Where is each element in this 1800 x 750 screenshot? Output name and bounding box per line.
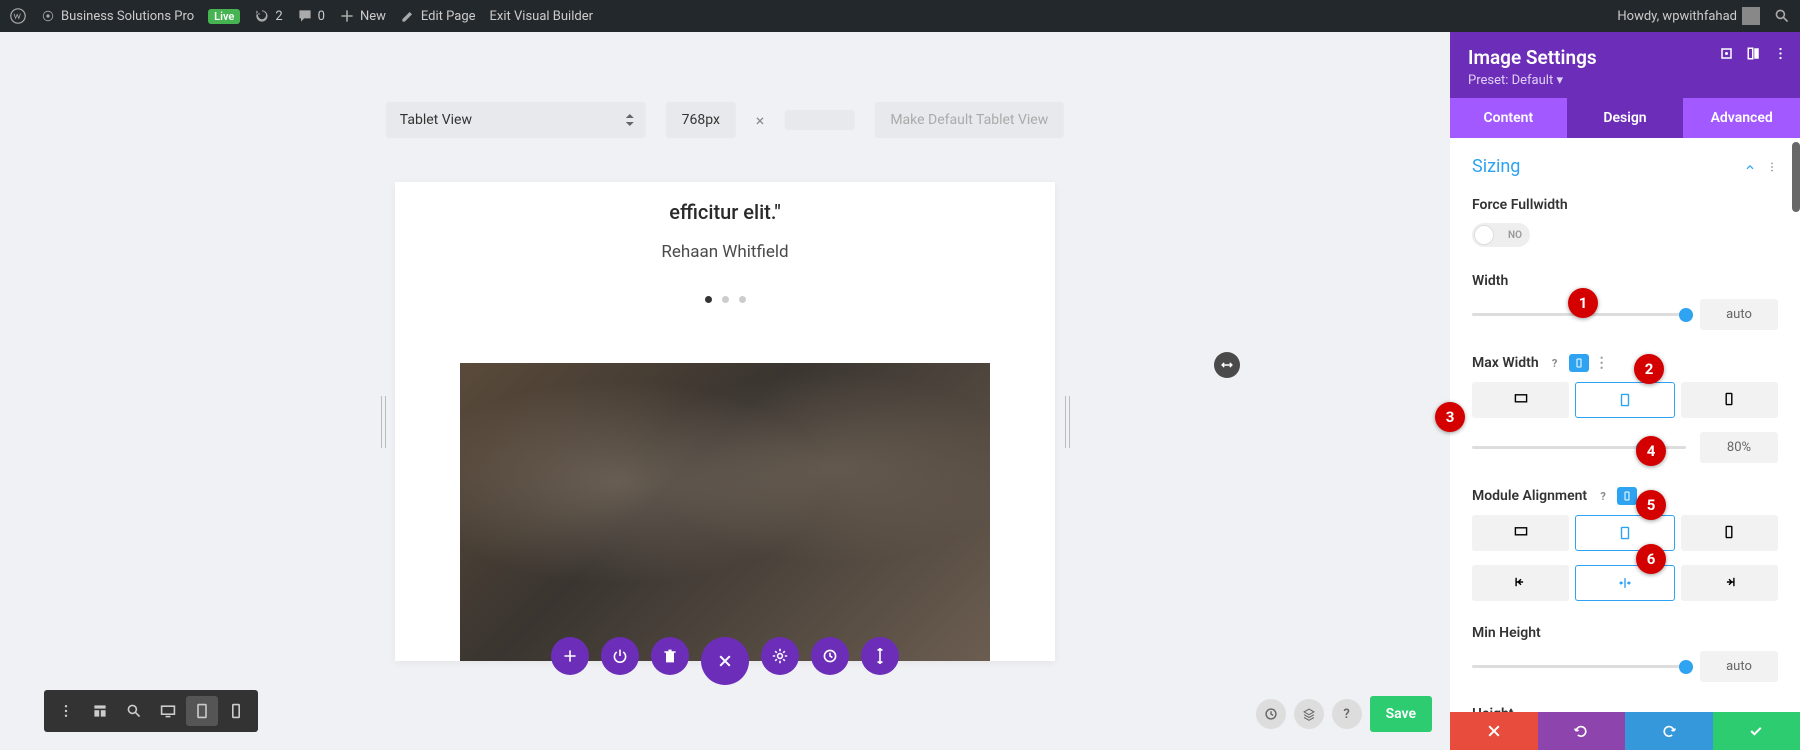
responsive-badge-icon[interactable] xyxy=(1617,487,1637,505)
min-height-slider[interactable] xyxy=(1472,665,1686,668)
confirm-button[interactable] xyxy=(1713,712,1800,750)
phone-icon[interactable] xyxy=(220,696,252,726)
tab-advanced[interactable]: Advanced xyxy=(1683,98,1800,138)
revisions-link[interactable]: 2 xyxy=(254,8,282,24)
settings-button[interactable] xyxy=(761,637,799,675)
close-button[interactable] xyxy=(701,637,749,685)
site-name-link[interactable]: Business Solutions Pro xyxy=(40,8,194,24)
marker: 3 xyxy=(1435,402,1465,432)
wp-admin-bar: Business Solutions Pro Live 2 0 New Edit… xyxy=(0,0,1800,32)
comments-link[interactable]: 0 xyxy=(297,8,325,24)
device-desktop[interactable] xyxy=(1472,515,1569,551)
redo-button[interactable] xyxy=(1625,712,1713,750)
more-icon[interactable] xyxy=(50,696,82,726)
live-badge: Live xyxy=(208,9,240,24)
expand-icon[interactable] xyxy=(1719,46,1734,61)
section-sizing[interactable]: Sizing xyxy=(1472,156,1520,177)
dot[interactable] xyxy=(705,296,712,303)
marker: 4 xyxy=(1636,436,1666,466)
testimonial-text: efficitur elit." xyxy=(475,200,975,224)
width-label: Width xyxy=(1472,273,1778,289)
align-right[interactable] xyxy=(1681,565,1778,601)
more-icon[interactable] xyxy=(1773,46,1788,61)
preview-frame: efficitur elit." Rehaan Whitfield xyxy=(395,182,1055,661)
wireframe-icon[interactable] xyxy=(84,696,116,726)
module-toolbar xyxy=(551,637,899,685)
device-phone[interactable] xyxy=(1681,382,1778,418)
desktop-icon[interactable] xyxy=(152,696,184,726)
resize-handle-left[interactable] xyxy=(381,396,385,448)
width-input[interactable] xyxy=(1700,299,1778,330)
chevron-up-icon[interactable] xyxy=(1744,161,1756,173)
device-tablet[interactable] xyxy=(1575,382,1674,418)
resize-handle-right[interactable] xyxy=(1065,396,1069,448)
max-width-input[interactable] xyxy=(1700,432,1778,463)
help-icon[interactable]: ? xyxy=(1595,488,1611,504)
scrollbar[interactable] xyxy=(1792,32,1800,750)
tab-design[interactable]: Design xyxy=(1567,98,1684,138)
move-button[interactable] xyxy=(861,637,899,675)
viewport-height-input[interactable] xyxy=(784,110,854,130)
canvas-area: Tablet View 768px × Make Default Tablet … xyxy=(0,32,1450,750)
device-tablet[interactable] xyxy=(1575,515,1674,551)
dot[interactable] xyxy=(722,296,729,303)
align-left[interactable] xyxy=(1472,565,1569,601)
make-default-button[interactable]: Make Default Tablet View xyxy=(874,102,1064,138)
help-icon[interactable]: ? xyxy=(1332,699,1362,729)
responsive-badge-icon[interactable] xyxy=(1569,354,1589,372)
builder-view-bar xyxy=(44,690,258,732)
undo-button[interactable] xyxy=(1538,712,1626,750)
wp-logo[interactable] xyxy=(10,8,26,24)
view-mode-dropdown[interactable]: Tablet View xyxy=(386,102,646,138)
testimonial-author: Rehaan Whitfield xyxy=(475,242,975,262)
min-height-label: Min Height xyxy=(1472,625,1778,641)
power-button[interactable] xyxy=(601,637,639,675)
delete-button[interactable] xyxy=(651,637,689,675)
cancel-button[interactable] xyxy=(1450,712,1538,750)
edit-page-link[interactable]: Edit Page xyxy=(400,8,476,24)
device-desktop[interactable] xyxy=(1472,382,1569,418)
marker: 2 xyxy=(1634,354,1664,384)
force-fullwidth-toggle[interactable]: NO xyxy=(1472,223,1530,247)
avatar xyxy=(1742,7,1760,25)
image-module[interactable] xyxy=(460,363,990,661)
dimensions-x: × xyxy=(756,111,765,130)
tab-content[interactable]: Content xyxy=(1450,98,1567,138)
tablet-icon[interactable] xyxy=(186,696,218,726)
marker: 5 xyxy=(1636,490,1666,520)
settings-panel: Image Settings Preset: Default ▾ Content… xyxy=(1450,32,1800,750)
panel-drag-handle[interactable] xyxy=(1214,352,1240,378)
howdy-user[interactable]: Howdy, wpwithfahad xyxy=(1617,7,1760,25)
exit-visual-builder[interactable]: Exit Visual Builder xyxy=(490,9,593,24)
marker: 1 xyxy=(1568,288,1598,318)
new-link[interactable]: New xyxy=(339,8,386,24)
force-fullwidth-label: Force Fullwidth xyxy=(1472,197,1778,213)
viewport-width-input[interactable]: 768px xyxy=(666,102,736,138)
snap-icon[interactable] xyxy=(1746,46,1761,61)
panel-preset[interactable]: Preset: Default ▾ xyxy=(1468,73,1782,88)
layers-help-icon[interactable] xyxy=(1294,699,1324,729)
save-button[interactable]: Save xyxy=(1370,696,1432,732)
more-icon[interactable] xyxy=(1766,161,1778,173)
more-icon[interactable]: ⋮ xyxy=(1595,355,1609,371)
slider-dots xyxy=(395,296,1055,303)
search-icon[interactable] xyxy=(1774,8,1790,24)
add-button[interactable] xyxy=(551,637,589,675)
min-height-input[interactable] xyxy=(1700,651,1778,682)
history-help-icon[interactable] xyxy=(1256,699,1286,729)
dot[interactable] xyxy=(739,296,746,303)
device-phone[interactable] xyxy=(1681,515,1778,551)
history-button[interactable] xyxy=(811,637,849,675)
module-alignment-label: Module Alignment xyxy=(1472,488,1587,504)
help-icon[interactable]: ? xyxy=(1547,355,1563,371)
marker: 6 xyxy=(1636,544,1666,574)
zoom-icon[interactable] xyxy=(118,696,150,726)
max-width-label: Max Width xyxy=(1472,355,1539,371)
